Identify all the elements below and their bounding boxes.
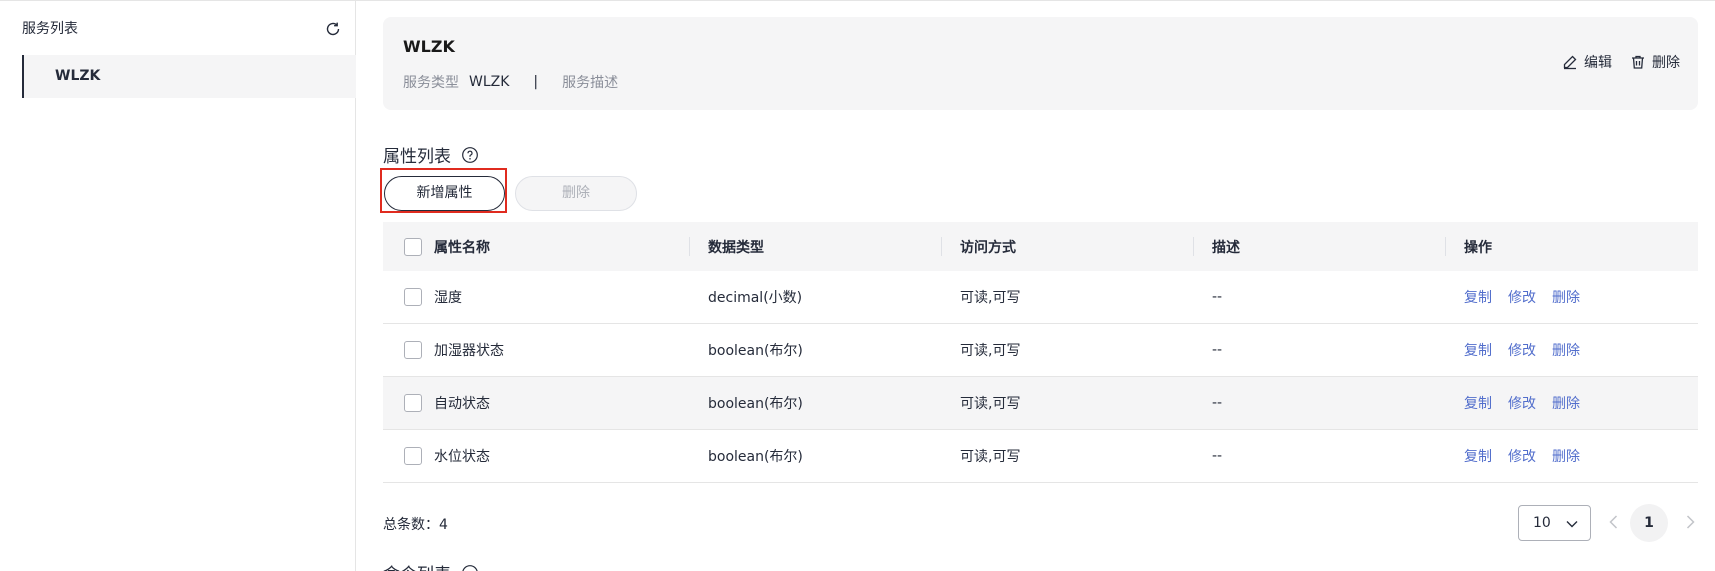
table-header: 属性名称 数据类型 访问方式 描述 操作 — [383, 222, 1698, 271]
row-checkbox[interactable] — [404, 288, 422, 306]
property-desc: -- — [1212, 448, 1223, 464]
command-list-title-text: 命令列表 — [383, 560, 451, 571]
property-type: decimal(小数) — [708, 290, 803, 306]
copy-link[interactable]: 复制 — [1464, 287, 1492, 307]
property-list-title-text: 属性列表 — [383, 147, 451, 167]
total-count: 总条数：4 — [383, 517, 448, 533]
column-divider — [941, 237, 942, 256]
modify-link[interactable]: 修改 — [1508, 446, 1536, 466]
batch-delete-button: 删除 — [515, 176, 637, 211]
copy-link[interactable]: 复制 — [1464, 446, 1492, 466]
copy-link[interactable]: 复制 — [1464, 340, 1492, 360]
chevron-right-icon[interactable] — [1680, 512, 1700, 532]
property-access: 可读,可写 — [960, 449, 1021, 465]
command-list-title: 命令列表 — [383, 560, 479, 571]
row-checkbox[interactable] — [404, 341, 422, 359]
add-property-button[interactable]: 新增属性 — [384, 176, 505, 211]
service-type-value: WLZK — [469, 74, 510, 90]
property-table: 属性名称 数据类型 访问方式 描述 操作 湿度 decimal(小数) 可读,可… — [383, 222, 1698, 483]
delete-link[interactable]: 删除 — [1552, 393, 1580, 413]
copy-link[interactable]: 复制 — [1464, 393, 1492, 413]
sidebar: 服务列表 WLZK — [0, 0, 356, 571]
row-actions: 复制 修改 删除 — [1464, 271, 1596, 323]
row-actions: 复制 修改 删除 — [1464, 324, 1596, 376]
delete-service-button[interactable]: 删除 — [1630, 52, 1680, 72]
delete-link[interactable]: 删除 — [1552, 287, 1580, 307]
property-type: boolean(布尔) — [708, 449, 803, 465]
chevron-down-icon — [1566, 521, 1578, 528]
delete-label: 删除 — [1652, 55, 1680, 71]
sidebar-title: 服务列表 — [22, 21, 78, 37]
service-actions: 编辑 删除 — [1544, 52, 1680, 72]
service-card: WLZK 服务类型 WLZK | 服务描述 编辑 删除 — [383, 17, 1698, 110]
delete-link[interactable]: 删除 — [1552, 340, 1580, 360]
property-name: 湿度 — [434, 290, 462, 306]
refresh-icon[interactable] — [324, 20, 342, 38]
service-desc-label: 服务描述 — [562, 75, 619, 91]
page-size-value: 10 — [1533, 515, 1551, 531]
modify-link[interactable]: 修改 — [1508, 393, 1536, 413]
delete-link[interactable]: 删除 — [1552, 446, 1580, 466]
row-actions: 复制 修改 删除 — [1464, 377, 1596, 429]
row-checkbox[interactable] — [404, 394, 422, 412]
row-actions: 复制 修改 删除 — [1464, 430, 1596, 482]
modify-link[interactable]: 修改 — [1508, 340, 1536, 360]
column-divider — [1445, 237, 1446, 256]
modify-link[interactable]: 修改 — [1508, 287, 1536, 307]
page-size-select[interactable]: 10 — [1518, 505, 1591, 541]
table-row: 湿度 decimal(小数) 可读,可写 -- 复制 修改 删除 — [383, 271, 1698, 324]
property-name: 加湿器状态 — [434, 343, 504, 359]
header-type: 数据类型 — [708, 239, 764, 256]
property-desc: -- — [1212, 342, 1223, 358]
table-row: 加湿器状态 boolean(布尔) 可读,可写 -- 复制 修改 删除 — [383, 324, 1698, 377]
header-actions: 操作 — [1464, 239, 1492, 256]
service-name: WLZK — [403, 37, 455, 56]
edit-label: 编辑 — [1584, 55, 1612, 71]
edit-service-button[interactable]: 编辑 — [1562, 52, 1612, 72]
property-desc: -- — [1212, 289, 1223, 305]
select-all-checkbox[interactable] — [404, 237, 422, 256]
table-row: 自动状态 boolean(布尔) 可读,可写 -- 复制 修改 删除 — [383, 377, 1698, 430]
property-access: 可读,可写 — [960, 290, 1021, 306]
help-icon[interactable] — [461, 564, 479, 571]
edit-icon — [1563, 55, 1577, 70]
service-type-label: 服务类型 — [403, 75, 459, 91]
page-number-current[interactable]: 1 — [1630, 504, 1668, 542]
chevron-left-icon[interactable] — [1604, 512, 1624, 532]
sidebar-item-wlzk[interactable]: WLZK — [22, 55, 356, 98]
property-list-title: 属性列表 — [383, 142, 479, 167]
property-name: 自动状态 — [434, 396, 490, 412]
header-access: 访问方式 — [960, 239, 1016, 256]
header-name: 属性名称 — [434, 239, 490, 256]
meta-separator: | — [533, 74, 539, 90]
column-divider — [1193, 237, 1194, 256]
help-icon[interactable] — [461, 146, 479, 164]
table-row: 水位状态 boolean(布尔) 可读,可写 -- 复制 修改 删除 — [383, 430, 1698, 483]
service-meta: 服务类型 WLZK | 服务描述 — [403, 72, 618, 92]
property-access: 可读,可写 — [960, 343, 1021, 359]
trash-icon — [1632, 55, 1644, 69]
property-type: boolean(布尔) — [708, 396, 803, 412]
property-desc: -- — [1212, 395, 1223, 411]
property-name: 水位状态 — [434, 449, 490, 465]
sidebar-item-label: WLZK — [55, 68, 101, 84]
column-divider — [689, 237, 690, 256]
header-desc: 描述 — [1212, 239, 1240, 256]
property-access: 可读,可写 — [960, 396, 1021, 412]
row-checkbox[interactable] — [404, 447, 422, 465]
sidebar-header: 服务列表 — [22, 18, 342, 40]
property-type: boolean(布尔) — [708, 343, 803, 359]
